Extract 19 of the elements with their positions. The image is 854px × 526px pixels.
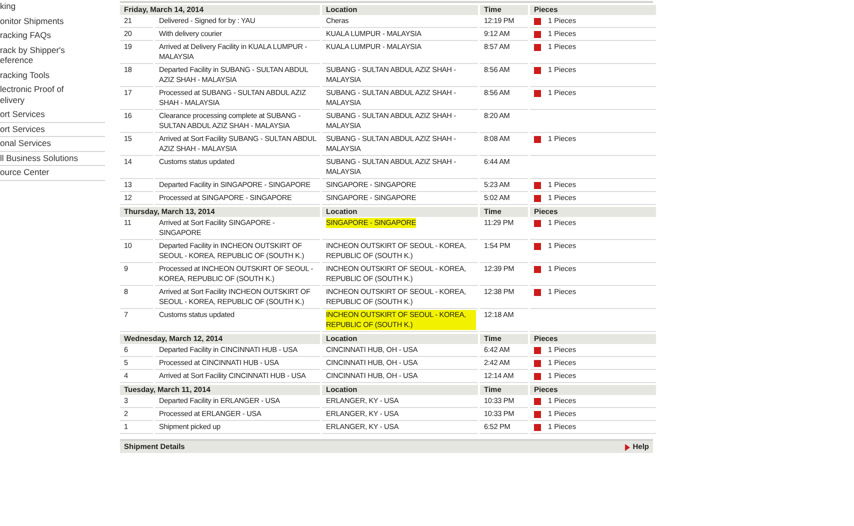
sidebar-link[interactable]: rack by Shipper's eference: [0, 44, 105, 68]
sidebar-link[interactable]: king: [0, 0, 105, 14]
sidebar-link[interactable]: ource Center: [0, 166, 105, 180]
sidebar-link[interactable]: ort Services: [0, 108, 105, 122]
triangle-icon: [624, 444, 630, 450]
package-icon: [534, 266, 541, 273]
package-icon: [534, 90, 541, 97]
package-icon: [534, 243, 541, 250]
sidebar-link[interactable]: onal Services: [0, 137, 105, 152]
sidebar-link[interactable]: ort Services: [0, 122, 105, 137]
package-icon: [534, 136, 541, 143]
sidebar-link[interactable]: lectronic Proof of elivery: [0, 83, 105, 108]
sidebar-link[interactable]: onitor Shipments: [0, 14, 105, 29]
sidebar-link[interactable]: racking Tools: [0, 68, 105, 83]
sidebar-link[interactable]: racking FAQs: [0, 29, 105, 44]
package-icon: [534, 67, 541, 74]
package-icon: [534, 220, 541, 227]
sidebar-link[interactable]: ll Business Solutions: [0, 152, 105, 166]
package-icon: [534, 289, 541, 296]
